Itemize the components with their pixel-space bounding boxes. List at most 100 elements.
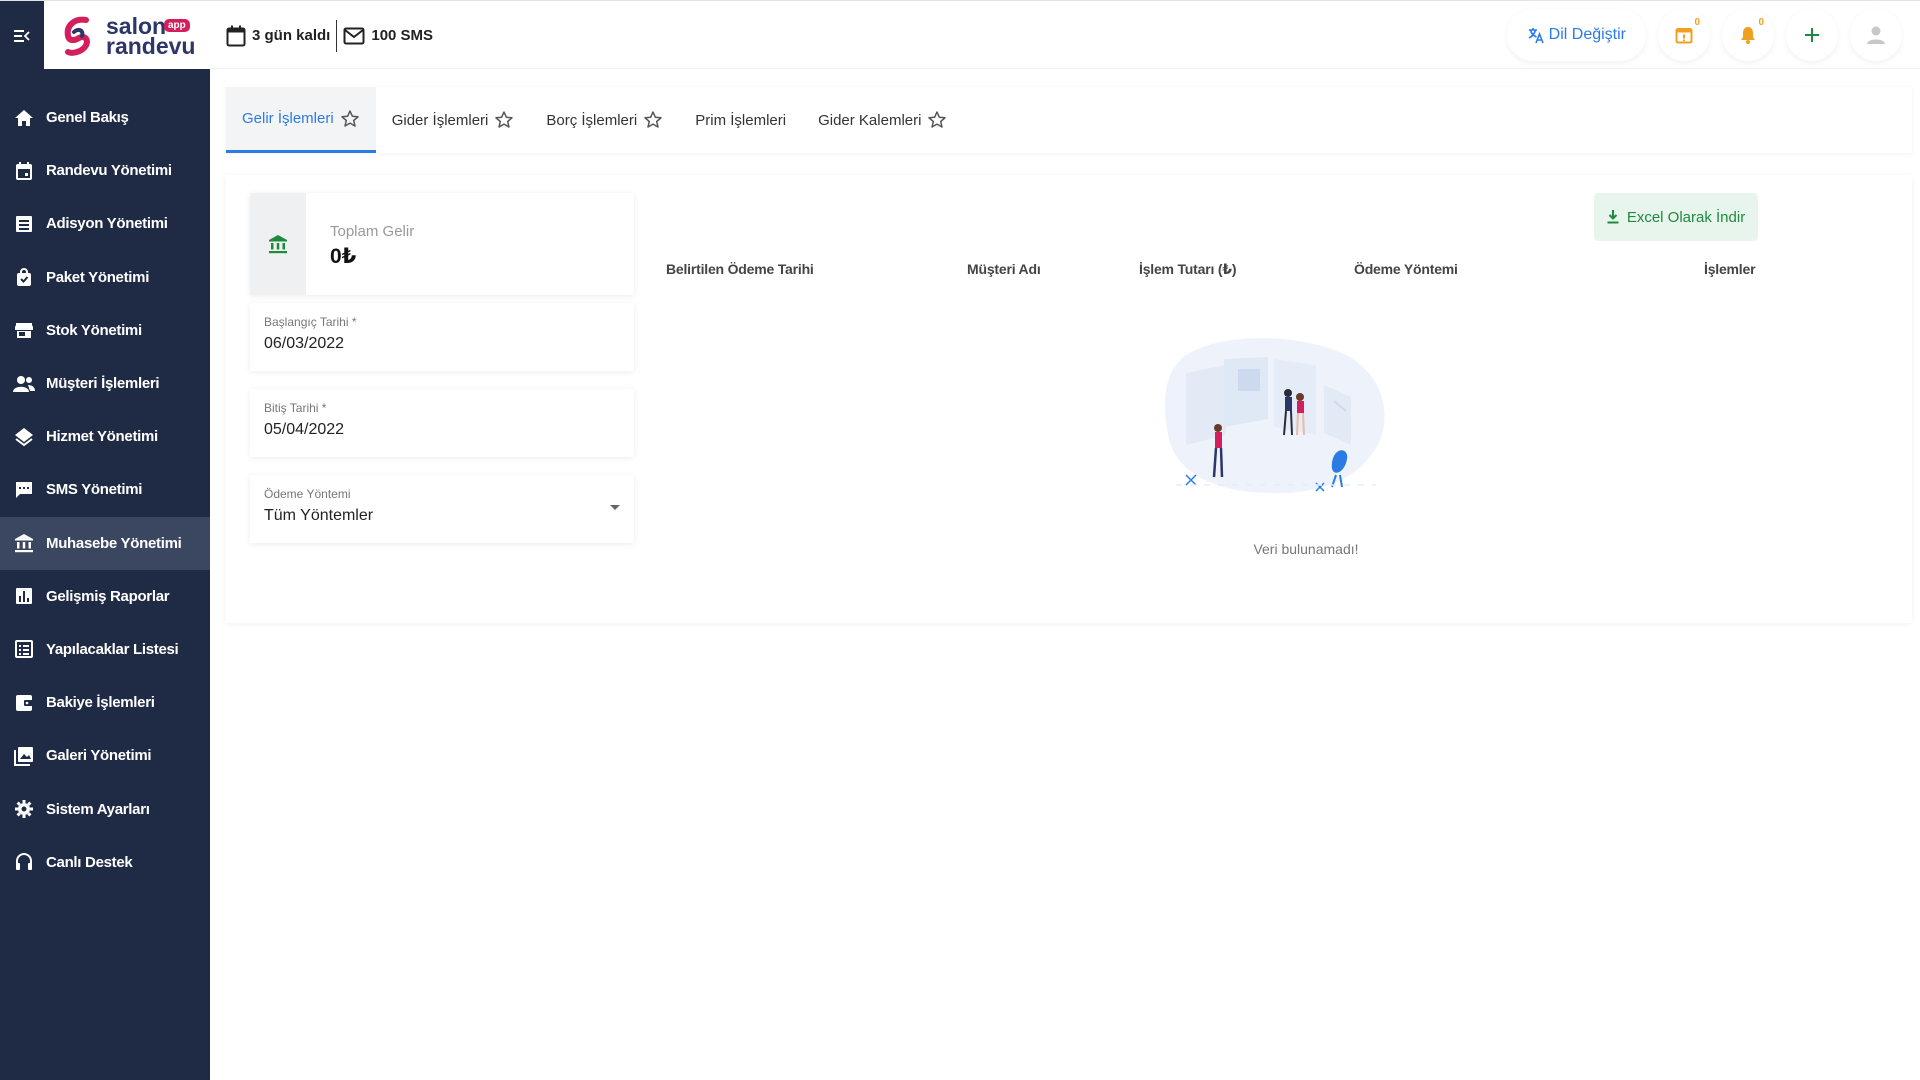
sidebar-item-2[interactable]: Adisyon Yönetimi <box>0 197 210 250</box>
days-left-text: 3 gün kaldı <box>252 27 331 44</box>
sidebar-item-label: Muhasebe Yönetimi <box>46 534 182 552</box>
download-icon <box>1607 210 1619 224</box>
tab-bar: Gelir İşlemleri Gider İşlemleri Borç İşlem… <box>226 87 1912 153</box>
sidebar-item-1[interactable]: Randevu Yönetimi <box>0 144 210 197</box>
sidebar-item-label: Bakiye İşlemleri <box>46 694 155 712</box>
sidebar-item-4[interactable]: Stok Yönetimi <box>0 304 210 357</box>
tab-label: Gider Kalemleri <box>818 111 922 129</box>
tab-4[interactable]: Gider Kalemleri <box>802 87 963 153</box>
gear-icon <box>13 798 35 820</box>
total-income-value: 0₺ <box>330 245 357 268</box>
main-content: Gelir İşlemleri Gider İşlemleri Borç İşlem… <box>210 69 1920 1080</box>
favorite-star-icon[interactable] <box>643 110 663 130</box>
calendar-badge: 0 <box>1694 17 1700 28</box>
excel-download-button[interactable]: Excel Olarak İndir <box>1594 193 1758 241</box>
column-header-payment-date[interactable]: Belirtilen Ödeme Tarihi <box>666 261 814 277</box>
total-income-label: Toplam Gelir <box>330 223 415 240</box>
favorite-star-icon[interactable] <box>340 109 360 129</box>
calendar-notifications-button[interactable]: 0 <box>1658 9 1710 61</box>
people-icon <box>13 373 35 395</box>
sidebar-nav: Genel Bakış Randevu Yönetimi Adisyon Yönet… <box>0 69 210 889</box>
favorite-star-icon[interactable] <box>927 110 947 130</box>
star-outline-icon[interactable] <box>340 109 360 129</box>
add-button[interactable] <box>1786 9 1838 61</box>
notifications-button[interactable]: 0 <box>1722 9 1774 61</box>
tab-label: Borç İşlemleri <box>546 111 638 129</box>
calendar-alert-icon <box>1675 28 1693 44</box>
layers-icon <box>13 426 35 448</box>
bank-icon <box>269 235 287 254</box>
end-date-value: 05/04/2022 <box>264 421 345 438</box>
tab-2[interactable]: Borç İşlemleri <box>530 87 679 153</box>
menu-collapse-icon <box>14 29 30 42</box>
income-card: Toplam Gelir 0₺ Başlangıç Tarihi * 06/03… <box>226 175 1912 623</box>
payment-method-value: Tüm Yöntemler <box>264 507 374 524</box>
column-header-payment-method[interactable]: Ödeme Yöntemi <box>1354 261 1458 277</box>
stat-icon-box <box>250 193 306 295</box>
checklist-icon <box>13 638 35 660</box>
sidebar-item-label: Paket Yönetimi <box>46 268 150 286</box>
dropdown-arrow-icon <box>610 505 620 510</box>
start-date-field[interactable]: Başlangıç Tarihi * 06/03/2022 <box>250 303 634 371</box>
plus-icon <box>1805 28 1819 42</box>
payment-method-select[interactable]: Ödeme Yöntemi Tüm Yöntemler <box>250 475 634 543</box>
brand-logo[interactable]: salon app randevu <box>44 1 210 70</box>
sidebar-item-label: Gelişmiş Raporlar <box>46 587 170 605</box>
sidebar-item-5[interactable]: Müşteri İşlemleri <box>0 357 210 410</box>
tab-0[interactable]: Gelir İşlemleri <box>226 87 376 153</box>
tab-label: Prim İşlemleri <box>695 111 787 129</box>
sidebar-item-10[interactable]: Yapılacaklar Listesi <box>0 623 210 676</box>
star-outline-icon[interactable] <box>643 110 663 130</box>
sidebar-item-12[interactable]: Galeri Yönetimi <box>0 729 210 782</box>
sidebar-item-13[interactable]: Sistem Ayarları <box>0 782 210 835</box>
sidebar-item-8[interactable]: Muhasebe Yönetimi <box>0 516 210 570</box>
sidebar-item-label: Galeri Yönetimi <box>46 747 152 765</box>
headset-icon <box>13 851 35 873</box>
star-outline-icon[interactable] <box>494 110 514 130</box>
sidebar: Genel Bakış Randevu Yönetimi Adisyon Yönet… <box>0 69 210 1080</box>
mail-icon <box>343 27 365 44</box>
sidebar-item-14[interactable]: Canlı Destek <box>0 836 210 889</box>
brand-badge: app <box>164 18 190 32</box>
chart-icon <box>13 585 35 607</box>
home-icon <box>13 107 35 129</box>
sidebar-item-label: SMS Yönetimi <box>46 481 143 499</box>
sidebar-item-label: Genel Bakış <box>46 109 129 127</box>
status-divider <box>336 19 338 52</box>
column-header-actions: İşlemler <box>1704 261 1756 277</box>
sms-credit: 100 SMS <box>343 27 433 45</box>
days-left: 3 gün kaldı <box>226 25 330 47</box>
payment-method-label: Ödeme Yöntemi <box>264 487 351 501</box>
menu-toggle-button[interactable] <box>0 1 44 70</box>
bell-icon <box>1741 27 1755 44</box>
calendar-icon <box>13 160 35 182</box>
column-header-amount[interactable]: İşlem Tutarı (₺) <box>1139 261 1236 278</box>
license-status: 3 gün kaldı 100 SMS <box>226 1 433 70</box>
language-button[interactable]: Dil Değiştir <box>1506 9 1646 61</box>
bag-icon <box>13 266 35 288</box>
end-date-label: Bitiş Tarihi * <box>264 401 327 415</box>
chat-icon <box>13 479 35 501</box>
sidebar-item-6[interactable]: Hizmet Yönetimi <box>0 410 210 463</box>
list-icon <box>13 213 35 235</box>
star-outline-icon[interactable] <box>927 110 947 130</box>
tab-1[interactable]: Gider İşlemleri <box>376 87 531 153</box>
column-header-customer[interactable]: Müşteri Adı <box>967 261 1041 277</box>
sidebar-item-3[interactable]: Paket Yönetimi <box>0 251 210 304</box>
end-date-field[interactable]: Bitiş Tarihi * 05/04/2022 <box>250 389 634 457</box>
tab-3[interactable]: Prim İşlemleri <box>679 87 802 153</box>
sidebar-item-11[interactable]: Bakiye İşlemleri <box>0 676 210 729</box>
store-icon <box>13 319 35 341</box>
profile-button[interactable] <box>1850 9 1902 61</box>
sidebar-item-0[interactable]: Genel Bakış <box>0 91 210 144</box>
sidebar-item-7[interactable]: SMS Yönetimi <box>0 463 210 516</box>
sidebar-item-label: Randevu Yönetimi <box>46 162 172 180</box>
logo-mark-icon <box>64 16 90 56</box>
favorite-star-icon[interactable] <box>494 110 514 130</box>
empty-state-illustration <box>1165 338 1385 494</box>
brand-top: salon <box>106 12 167 39</box>
sidebar-item-9[interactable]: Gelişmiş Raporlar <box>0 570 210 623</box>
start-date-label: Başlangıç Tarihi * <box>264 315 357 329</box>
calendar-outline-icon <box>226 25 246 46</box>
start-date-value: 06/03/2022 <box>264 335 345 352</box>
